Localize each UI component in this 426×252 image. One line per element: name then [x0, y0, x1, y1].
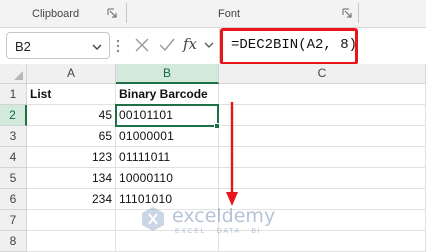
chevron-down-icon[interactable] [91, 41, 103, 53]
enter-check-icon[interactable] [158, 36, 176, 54]
clipboard-group-label: Clipboard [32, 8, 80, 20]
cell-a7[interactable] [27, 210, 116, 231]
cell-c5[interactable] [219, 168, 426, 189]
formula-highlight-box [220, 28, 358, 65]
formula-row: B2 fx =DEC2BIN(A2, 8) [0, 28, 426, 64]
cell-a6[interactable]: 234 [27, 189, 116, 210]
row-header-6[interactable]: 6 [0, 189, 27, 210]
cell-a4[interactable]: 123 [27, 147, 116, 168]
name-box-value: B2 [15, 39, 31, 54]
cell-b3[interactable]: 01000001 [116, 126, 219, 147]
cell-a5[interactable]: 134 [27, 168, 116, 189]
row-header-8[interactable]: 8 [0, 231, 27, 252]
clipboard-group: Clipboard [0, 0, 124, 27]
font-group-label: Font [218, 8, 241, 20]
cell-a3[interactable]: 65 [27, 126, 116, 147]
column-header-c[interactable]: C [219, 64, 426, 84]
cell-a1[interactable]: List [27, 84, 116, 105]
column-header-b[interactable]: B [116, 64, 219, 84]
row-header-1[interactable]: 1 [0, 84, 27, 105]
cell-c1[interactable] [219, 84, 426, 105]
column-header-a[interactable]: A [27, 64, 116, 84]
watermark: exceldemy EXCEL · DATA · BI [140, 204, 300, 238]
font-dialog-launcher-icon[interactable] [342, 8, 352, 18]
exceldemy-logo-icon [142, 207, 164, 231]
font-group: Font [127, 0, 357, 27]
name-box[interactable]: B2 [6, 32, 110, 59]
cell-a8[interactable] [27, 231, 116, 252]
active-cell-outline [115, 104, 219, 127]
row-header-2[interactable]: 2 [0, 105, 27, 126]
insert-function-button[interactable]: fx [183, 35, 197, 53]
select-all-triangle-icon [14, 71, 23, 80]
cell-b5[interactable]: 10000110 [116, 168, 219, 189]
watermark-tagline: EXCEL · DATA · BI [175, 228, 262, 235]
select-all-corner[interactable] [0, 64, 27, 84]
row-header-4[interactable]: 4 [0, 147, 27, 168]
cancel-icon[interactable] [133, 36, 151, 54]
row-header-5[interactable]: 5 [0, 168, 27, 189]
watermark-name: exceldemy [172, 205, 276, 227]
cell-c2[interactable] [219, 105, 426, 126]
cell-c4[interactable] [219, 147, 426, 168]
more-options-icon[interactable] [116, 39, 120, 53]
row-header-3[interactable]: 3 [0, 126, 27, 147]
chevron-down-icon[interactable] [204, 40, 214, 50]
fill-handle[interactable] [214, 123, 220, 129]
cell-b1[interactable]: Binary Barcode [116, 84, 219, 105]
row-header-7[interactable]: 7 [0, 210, 27, 231]
cell-c3[interactable] [219, 126, 426, 147]
arrow-down-icon [226, 102, 238, 206]
cell-b4[interactable]: 01111011 [116, 147, 219, 168]
ribbon-separator [358, 3, 359, 23]
ribbon-group-bar: Clipboard Font [0, 0, 426, 28]
cell-a2[interactable]: 45 [27, 105, 116, 126]
clipboard-dialog-launcher-icon[interactable] [107, 8, 117, 18]
